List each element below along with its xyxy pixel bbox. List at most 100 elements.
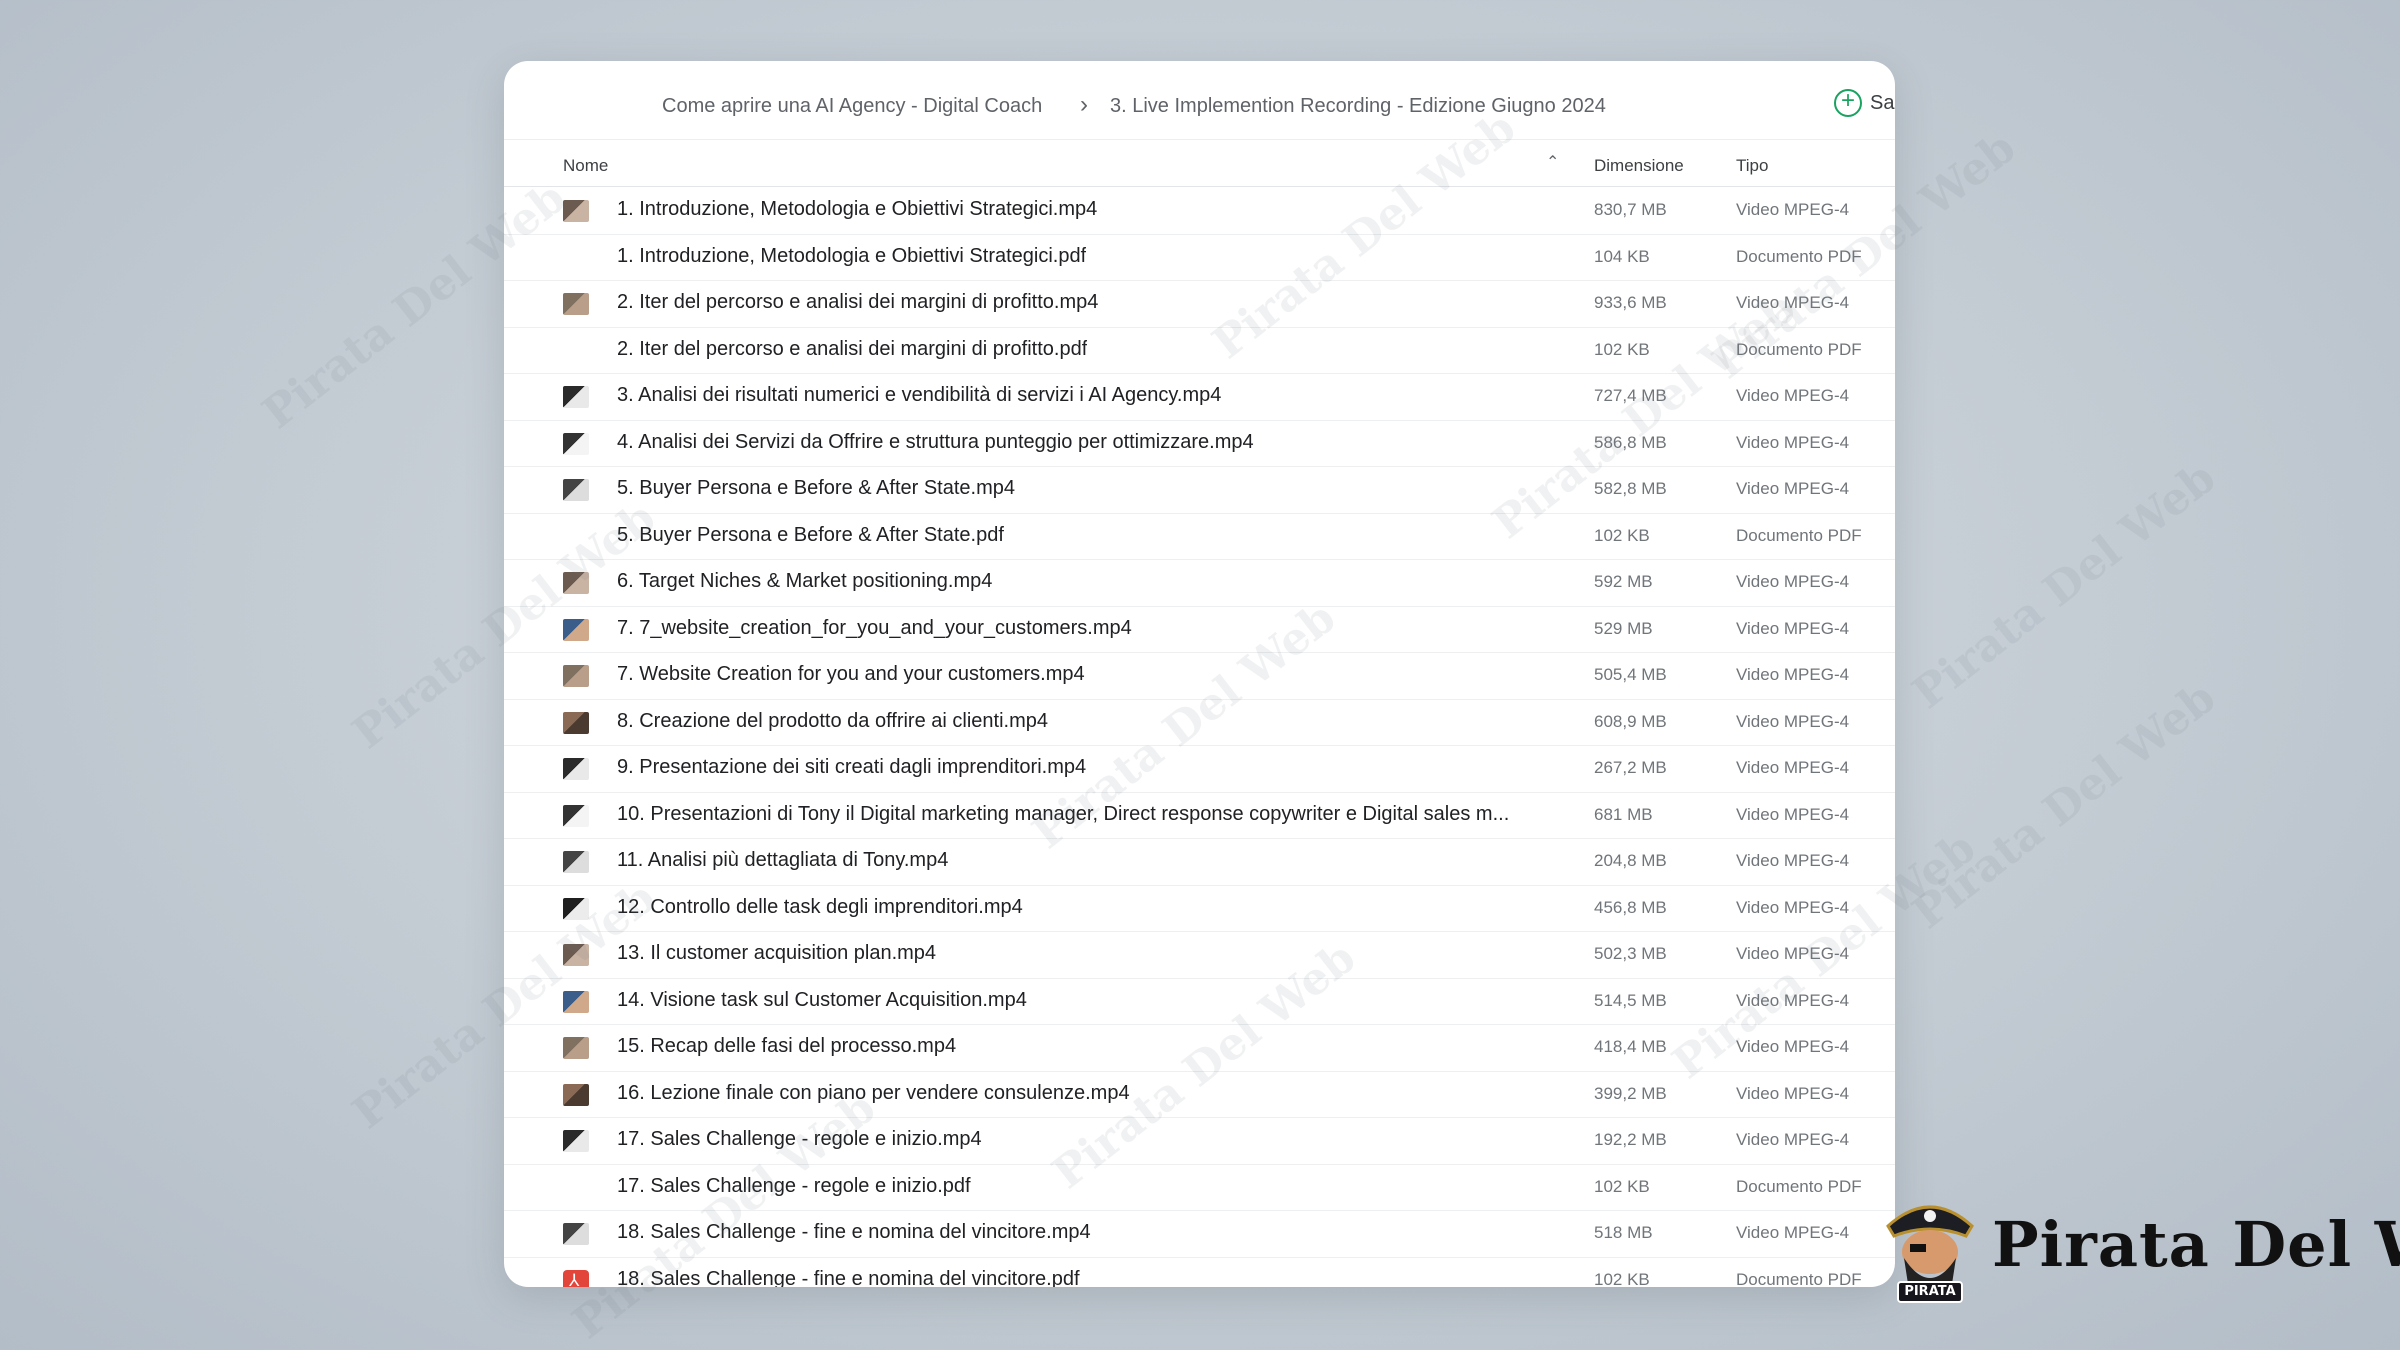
file-row[interactable]: 18. Sales Challenge - fine e nomina del … — [504, 1258, 1895, 1288]
file-size: 456,8 MB — [1594, 897, 1667, 917]
file-type: Video MPEG-4 — [1736, 1037, 1850, 1056]
file-name[interactable]: 18. Sales Challenge - fine e nomina del … — [617, 1221, 1091, 1244]
file-name[interactable]: 15. Recap delle fasi del processo.mp4 — [617, 1035, 956, 1058]
file-row[interactable]: 3. Analisi dei risultati numerici e vend… — [504, 374, 1895, 421]
file-list: 1. Introduzione, Metodologia e Obiettivi… — [504, 188, 1895, 1287]
file-name[interactable]: 10. Presentazioni di Tony il Digital mar… — [617, 803, 1509, 826]
file-row[interactable]: 7. 7_website_creation_for_you_and_your_c… — [504, 607, 1895, 653]
file-type: Video MPEG-4 — [1736, 1223, 1850, 1242]
breadcrumb-parent[interactable]: Come aprire una AI Agency - Digital Coac… — [662, 95, 1042, 118]
file-name[interactable]: 1. Introduzione, Metodologia e Obiettivi… — [617, 198, 1097, 221]
file-size: 514,5 MB — [1594, 990, 1667, 1010]
video-thumbnail — [563, 479, 589, 501]
column-header-name[interactable]: Nome — [563, 156, 608, 176]
file-size: 204,8 MB — [1594, 851, 1667, 870]
file-row[interactable]: 16. Lezione finale con piano per vendere… — [504, 1072, 1895, 1118]
breadcrumb-current[interactable]: 3. Live Implemention Recording - Edizion… — [1110, 95, 1606, 118]
watermark-text: Pirata Del Web — [1903, 451, 2226, 720]
file-size: 592 MB — [1594, 572, 1653, 591]
file-type: Video MPEG-4 — [1736, 618, 1850, 638]
file-name[interactable]: 4. Analisi dei Servizi da Offrire e stru… — [617, 431, 1254, 454]
file-name[interactable]: 6. Target Niches & Market positioning.mp… — [617, 570, 992, 593]
file-type: Documento PDF — [1736, 1176, 1862, 1196]
file-size: 502,3 MB — [1594, 944, 1667, 963]
video-thumbnail — [563, 1083, 589, 1106]
file-row[interactable]: 6. Target Niches & Market positioning.mp… — [504, 560, 1895, 607]
file-size: 102 KB — [1594, 1269, 1650, 1288]
file-name[interactable]: 17. Sales Challenge - regole e inizio.pd… — [617, 1175, 971, 1198]
file-size: 102 KB — [1594, 1176, 1650, 1196]
file-type: Documento PDF — [1736, 339, 1862, 359]
file-row[interactable]: 17. Sales Challenge - regole e inizio.mp… — [504, 1118, 1895, 1165]
file-name[interactable]: 5. Buyer Persona e Before & After State.… — [617, 524, 1004, 547]
file-size: 102 KB — [1594, 339, 1650, 359]
file-name[interactable]: 11. Analisi più dettagliata di Tony.mp4 — [617, 849, 948, 872]
file-name[interactable]: 14. Visione task sul Customer Acquisitio… — [617, 989, 1027, 1012]
video-thumbnail — [563, 1223, 589, 1245]
file-row[interactable]: 4. Analisi dei Servizi da Offrire e stru… — [504, 421, 1895, 467]
file-row[interactable]: 8. Creazione del prodotto da offrire ai … — [504, 700, 1895, 746]
file-size: 399,2 MB — [1594, 1083, 1667, 1103]
file-row[interactable]: 7. Website Creation for you and your cus… — [504, 653, 1895, 700]
file-name[interactable]: 13. Il customer acquisition plan.mp4 — [617, 942, 936, 965]
video-thumbnail — [563, 665, 589, 687]
file-row[interactable]: 5. Buyer Persona e Before & After State.… — [504, 514, 1895, 560]
file-row[interactable]: 1. Introduzione, Metodologia e Obiettivi… — [504, 188, 1895, 235]
file-type: Video MPEG-4 — [1736, 572, 1850, 591]
file-type: Video MPEG-4 — [1736, 851, 1850, 870]
sort-ascending-icon[interactable]: ⌃ — [1546, 152, 1559, 172]
file-name[interactable]: 3. Analisi dei risultati numerici e vend… — [617, 384, 1221, 407]
file-row[interactable]: 9. Presentazione dei siti creati dagli i… — [504, 746, 1895, 793]
file-name[interactable]: 17. Sales Challenge - regole e inizio.mp… — [617, 1128, 982, 1151]
video-thumbnail — [563, 386, 589, 408]
file-size: 518 MB — [1594, 1223, 1653, 1242]
file-name[interactable]: 2. Iter del percorso e analisi dei margi… — [617, 338, 1087, 361]
file-type: Video MPEG-4 — [1736, 479, 1850, 498]
file-row[interactable]: 1. Introduzione, Metodologia e Obiettivi… — [504, 235, 1895, 281]
file-name[interactable]: 7. Website Creation for you and your cus… — [617, 663, 1085, 686]
file-row[interactable]: 2. Iter del percorso e analisi dei margi… — [504, 281, 1895, 328]
file-size: 933,6 MB — [1594, 293, 1667, 312]
watermark-text: Pirata Del Web — [1903, 671, 2226, 940]
logo-label: PIRATA — [1904, 1284, 1956, 1299]
column-header-size[interactable]: Dimensione — [1594, 156, 1684, 176]
file-name[interactable]: 1. Introduzione, Metodologia e Obiettivi… — [617, 245, 1086, 268]
file-row[interactable]: 10. Presentazioni di Tony il Digital mar… — [504, 793, 1895, 839]
file-row[interactable]: 18. Sales Challenge - fine e nomina del … — [504, 1211, 1895, 1258]
file-row[interactable]: 15. Recap delle fasi del processo.mp4 418… — [504, 1025, 1895, 1072]
file-name[interactable]: 2. Iter del percorso e analisi dei margi… — [617, 291, 1098, 314]
file-row[interactable]: 12. Controllo delle task degli imprendit… — [504, 886, 1895, 932]
video-thumbnail — [563, 200, 589, 222]
file-row[interactable]: 2. Iter del percorso e analisi dei margi… — [504, 328, 1895, 374]
file-name[interactable]: 9. Presentazione dei siti creati dagli i… — [617, 756, 1086, 779]
top-bar: Come aprire una AI Agency - Digital Coac… — [504, 61, 1895, 140]
file-name[interactable]: 16. Lezione finale con piano per vendere… — [617, 1082, 1130, 1105]
file-size: 267,2 MB — [1594, 758, 1667, 777]
file-browser-window: Come aprire una AI Agency - Digital Coac… — [504, 61, 1895, 1287]
add-button[interactable]: + Sa — [1834, 89, 1894, 117]
column-header-type[interactable]: Tipo — [1736, 156, 1768, 176]
file-size: 608,9 MB — [1594, 711, 1667, 731]
file-type: Video MPEG-4 — [1736, 804, 1850, 824]
file-type: Video MPEG-4 — [1736, 293, 1850, 312]
file-size: 727,4 MB — [1594, 386, 1667, 405]
file-name[interactable]: 12. Controllo delle task degli imprendit… — [617, 896, 1023, 919]
file-size: 505,4 MB — [1594, 665, 1667, 684]
file-row[interactable]: 17. Sales Challenge - regole e inizio.pd… — [504, 1165, 1895, 1211]
file-type: Video MPEG-4 — [1736, 758, 1850, 777]
file-row[interactable]: 13. Il customer acquisition plan.mp4 502,… — [504, 932, 1895, 979]
file-row[interactable]: 14. Visione task sul Customer Acquisitio… — [504, 979, 1895, 1025]
add-button-label: Sa — [1870, 91, 1895, 114]
file-name[interactable]: 7. 7_website_creation_for_you_and_your_c… — [617, 617, 1132, 640]
file-name[interactable]: 5. Buyer Persona e Before & After State.… — [617, 477, 1015, 500]
file-row[interactable]: 11. Analisi più dettagliata di Tony.mp4 2… — [504, 839, 1895, 886]
video-thumbnail — [563, 1037, 589, 1059]
file-size: 102 KB — [1594, 525, 1650, 545]
file-size: 529 MB — [1594, 618, 1653, 638]
file-name[interactable]: 8. Creazione del prodotto da offrire ai … — [617, 710, 1048, 733]
file-name[interactable]: 18. Sales Challenge - fine e nomina del … — [617, 1268, 1080, 1288]
plus-circle-icon: + — [1834, 89, 1862, 117]
file-row[interactable]: 5. Buyer Persona e Before & After State.… — [504, 467, 1895, 514]
video-thumbnail — [563, 572, 589, 594]
file-type: Video MPEG-4 — [1736, 897, 1850, 917]
